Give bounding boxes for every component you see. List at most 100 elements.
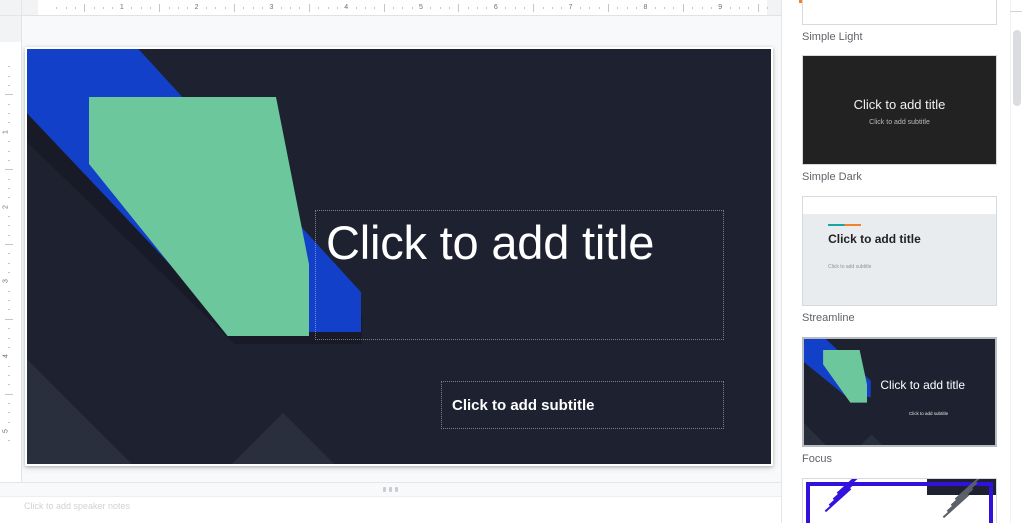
ruler-tick [8,188,10,189]
ruler-tick [337,7,338,9]
ruler-tick [8,384,10,385]
slides-editor-window: 1 2 3 4 5 6 7 8 9 1 2 3 4 5 Click to add title Click… [0,0,1024,523]
ruler-tick [8,151,10,152]
ruler-tick [8,85,10,86]
ruler-number: 5 [2,429,10,433]
ruler-tick [599,7,600,9]
ruler-tick [5,319,13,320]
ruler-number: 8 [643,4,648,11]
ruler-tick [8,366,10,367]
ruler-tick [477,7,478,9]
canvas-area[interactable]: Click to add title Click to add subtitle [22,16,781,482]
ruler-tick [5,244,13,245]
ruler-number: 2 [194,4,199,11]
ruler-number: 5 [419,4,423,11]
ruler-tick [131,7,132,9]
ruler-tick [617,7,618,9]
title-placeholder[interactable]: Click to add title [315,210,724,340]
thumb-subtitle: Click to add subtitle [828,263,872,270]
theme-thumbnail-focus[interactable]: Click to add title Click to add subtitle [802,337,997,447]
ruler-tick [8,76,10,77]
ruler-tick [234,4,235,12]
ruler-tick [8,338,10,339]
ruler-tick [8,403,10,404]
ruler-tick [253,7,254,9]
ruler-tick [533,4,534,12]
ruler-tick [580,7,581,9]
ruler-tick [206,7,207,9]
ruler-tick [365,7,366,9]
ruler-tick [309,4,310,12]
ruler-tick [458,4,459,12]
thumb-subtitle: Click to add subtitle [909,411,949,417]
ruler-tick [683,4,684,12]
theme-thumbnail-streamline[interactable]: Click to add title Click to add subtitle [802,196,997,306]
ruler-tick [8,141,10,142]
ruler-tick [159,4,160,12]
ruler-number: 6 [493,4,498,11]
theme-thumbnail-simple-light[interactable] [802,0,997,25]
ruler-tick [8,253,10,254]
ruler-tick [440,7,441,9]
theme-item-simple-dark[interactable]: Click to add title Click to add subtitle… [802,55,997,183]
slide-surface[interactable]: Click to add title Click to add subtitle [27,49,771,464]
ruler-tick [187,7,188,9]
theme-item-stripes[interactable] [802,478,997,523]
ruler-tick [8,160,10,161]
ruler-tick [543,7,544,9]
ruler-tick [730,7,731,9]
ruler-tick [702,7,703,9]
theme-item-focus[interactable]: Click to add title Click to add subtitle… [802,337,997,465]
ruler-tick [243,7,244,9]
ruler-tick [430,7,431,9]
splitter-grip-icon [383,487,398,492]
theme-thumbnail-stripes[interactable] [802,478,997,523]
ruler-tick [589,7,590,9]
ruler-tick [66,7,67,9]
ruler-tick [664,7,665,9]
ruler-tick [8,122,10,123]
scrollbar-top-rule [1010,11,1022,12]
ruler-tick [178,7,179,9]
ruler-tick [486,7,487,9]
ruler-tick [75,7,76,9]
ruler-tick [225,7,226,9]
ruler-tick [262,7,263,9]
speaker-notes-pane[interactable]: Click to add speaker notes [0,496,781,523]
ruler-tick [8,347,10,348]
ruler-number: 2 [2,204,10,209]
vertical-ruler[interactable]: 1 2 3 4 5 [0,16,22,523]
horizontal-ruler[interactable]: 1 2 3 4 5 6 7 8 9 [22,0,781,16]
ruler-tick [8,179,10,180]
ruler-tick [290,7,291,9]
ruler-tick [8,216,10,217]
themes-sidebar: Simple Light Click to add title Click to… [781,0,1024,523]
ruler-tick [449,7,450,9]
ruler-number: 3 [2,279,10,284]
ruler-tick [141,7,142,9]
theme-item-streamline[interactable]: Click to add title Click to add subtitle… [802,196,997,324]
ruler-tick [8,263,10,264]
themes-scrollbar-track[interactable] [1010,0,1024,523]
ruler-tick [552,7,553,9]
ruler-tick [150,7,151,9]
subtitle-placeholder[interactable]: Click to add subtitle [441,381,724,429]
ruler-tick [374,7,375,9]
slide-canvas[interactable]: Click to add title Click to add subtitle [25,47,773,466]
notes-splitter[interactable] [0,482,781,496]
ruler-tick [515,7,516,9]
ruler-inactive-top [0,16,21,42]
ruler-tick [8,375,10,376]
background-diagonal-band [844,434,995,445]
ruler-tick [328,7,329,9]
ruler-tick [8,235,10,236]
ruler-tick [767,7,768,9]
ruler-tick [8,197,10,198]
ruler-tick [8,328,10,329]
theme-item-simple-light[interactable]: Simple Light [802,0,997,43]
ruler-tick [655,7,656,9]
ruler-tick [711,7,712,9]
speaker-notes-placeholder: Click to add speaker notes [24,501,131,511]
theme-thumbnail-simple-dark[interactable]: Click to add title Click to add subtitle [802,55,997,165]
themes-scrollbar-thumb[interactable] [1013,30,1021,106]
